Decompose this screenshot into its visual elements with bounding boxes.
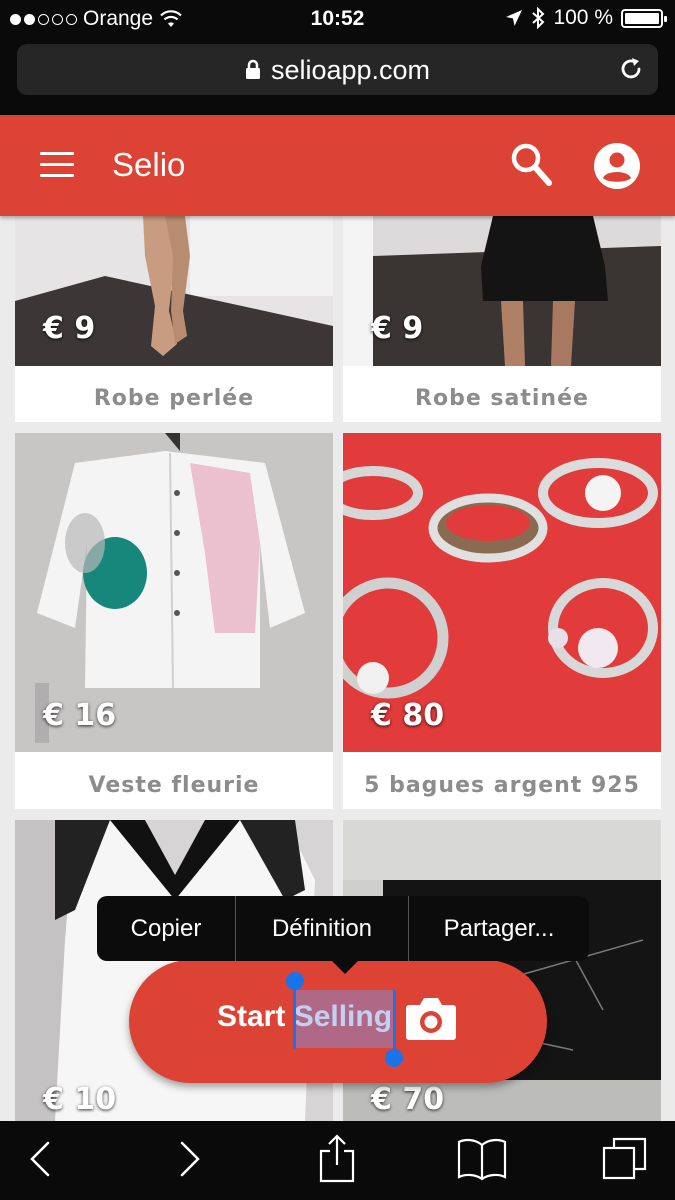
account-icon[interactable]: [593, 142, 641, 190]
selection-end-line: [393, 990, 396, 1054]
lock-icon: [245, 59, 260, 79]
browser-toolbar: [0, 1121, 675, 1200]
definition-menu-item[interactable]: Définition: [236, 896, 409, 961]
url-text: selioapp.com: [270, 55, 431, 85]
listing-title: 5 bagues argent 925: [364, 773, 640, 798]
share-icon[interactable]: [318, 1133, 356, 1183]
address-bar[interactable]: selioapp.com: [17, 44, 658, 95]
listing-card[interactable]: € 9 Robe satinée: [343, 216, 661, 422]
status-right: 100 %: [505, 6, 667, 30]
listing-title: Robe perlée: [93, 386, 255, 411]
listing-card[interactable]: € 80 5 bagues argent 925: [343, 433, 661, 809]
hamburger-menu-icon[interactable]: [40, 152, 74, 178]
listing-price: € 16: [43, 698, 117, 733]
text-context-menu: Copier Définition Partager...: [97, 896, 589, 961]
app-bar: Selio: [0, 115, 675, 216]
context-menu-arrow: [331, 960, 359, 974]
listing-title: Robe satinée: [415, 386, 589, 411]
listing-title: Veste fleurie: [88, 773, 260, 798]
start-selling-label-start: Start: [217, 1000, 294, 1033]
listing-price: € 10: [43, 1082, 117, 1117]
bluetooth-icon: [532, 7, 545, 29]
listing-card[interactable]: € 9 Robe perlée: [15, 216, 333, 422]
tabs-icon[interactable]: [602, 1136, 648, 1182]
copy-menu-item[interactable]: Copier: [97, 896, 236, 961]
status-bar: Orange 10:52 100 %: [0, 0, 675, 38]
listing-card[interactable]: € 16 Veste fleurie: [15, 433, 333, 809]
reload-icon[interactable]: [618, 56, 644, 82]
camera-icon: [406, 998, 456, 1040]
back-icon[interactable]: [28, 1139, 52, 1179]
bookmarks-icon[interactable]: [457, 1137, 507, 1181]
location-arrow-icon: [506, 10, 523, 26]
selection-start-line: [293, 985, 296, 1049]
share-menu-item[interactable]: Partager...: [409, 896, 589, 961]
forward-icon[interactable]: [178, 1139, 202, 1179]
battery-percent: 100 %: [553, 6, 613, 29]
search-icon[interactable]: [509, 141, 553, 187]
listing-price: € 9: [371, 311, 424, 346]
battery-icon: [621, 8, 667, 28]
listing-price: € 70: [371, 1082, 445, 1117]
text-selection-highlight: [293, 990, 396, 1048]
listing-price: € 9: [43, 311, 96, 346]
app-title: Selio: [112, 146, 186, 183]
browser-url-area: selioapp.com: [0, 38, 675, 115]
selection-end-handle[interactable]: [385, 1049, 403, 1067]
listing-price: € 80: [371, 698, 445, 733]
